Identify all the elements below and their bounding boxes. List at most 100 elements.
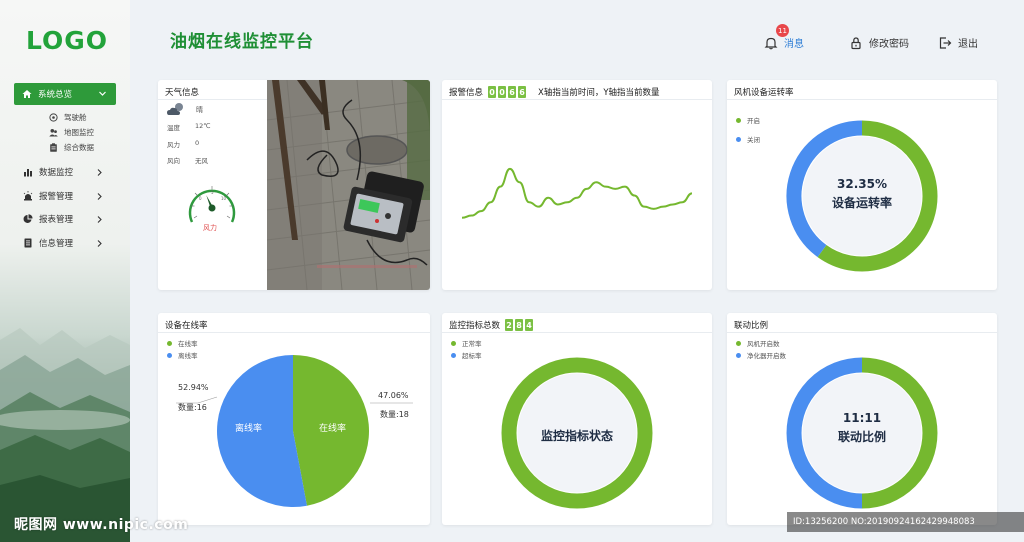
pie-chart-icon — [23, 214, 33, 223]
nav-item-label: 系统总览 — [38, 90, 73, 100]
clipboard-icon — [50, 143, 57, 152]
legend-dot — [736, 136, 741, 142]
weather-value: 0 — [195, 139, 200, 147]
fan-card: 风机设备运转率 开启 关闭 32.35% 设备运转率 — [727, 80, 997, 290]
weather-value: 无风 — [195, 157, 208, 165]
alarm-series-line — [462, 167, 692, 219]
dashboard-icon — [49, 113, 58, 122]
monitor-card-title: 监控指标总数 2 8 4 — [449, 319, 535, 331]
online-count: 数量:18 — [380, 410, 409, 419]
users-icon — [49, 129, 58, 137]
change-password-button[interactable]: 修改密码 — [849, 35, 909, 50]
gauge-tick-label: 10 — [221, 196, 227, 201]
digit: 6 — [518, 86, 527, 98]
alarm-card: 报警信息 0 0 6 6 X轴指当前时间，Y轴指当前数量 — [442, 80, 712, 290]
bell-icon — [764, 37, 778, 49]
subitem-comprehensive-data[interactable]: 综合数据 — [49, 142, 94, 153]
digit: 4 — [525, 319, 534, 331]
divider — [158, 99, 267, 100]
alarm-icon — [23, 191, 33, 201]
digit: 0 — [498, 86, 507, 98]
legend-label: 正常率 — [462, 340, 482, 348]
legend-label: 关闭 — [747, 136, 760, 144]
subitem-label: 综合数据 — [64, 143, 94, 152]
monitor-card: 监控指标总数 2 8 4 正常率 超标率 监控指标状态 — [442, 313, 712, 525]
alarm-description: X轴指当前时间，Y轴指当前数量 — [538, 88, 660, 98]
chevron-down-icon — [99, 91, 106, 96]
legend-label: 风机开启数 — [747, 340, 780, 348]
weather-key: 风向 — [167, 157, 180, 165]
card-title-text: 报警信息 — [449, 88, 484, 98]
logout-button[interactable]: 退出 — [938, 35, 978, 50]
weather-row-wind-direction: 风向 无风 — [167, 155, 208, 165]
divider — [727, 99, 997, 100]
nav-item-label: 信息管理 — [39, 239, 74, 249]
logout-label: 退出 — [958, 39, 978, 50]
change-password-label: 修改密码 — [869, 39, 909, 50]
chevron-right-icon — [97, 192, 102, 200]
legend-dot — [736, 117, 741, 123]
alarm-line-chart — [462, 167, 692, 219]
weather-card-title: 天气信息 — [165, 86, 199, 98]
gauge-tick-label: 0 — [199, 196, 202, 201]
home-icon — [22, 90, 32, 98]
weather-key: 温度 — [167, 124, 180, 132]
weather-row-temperature: 温度 12℃ — [167, 122, 211, 132]
legend-item-fan-on: 风机开启数 — [736, 338, 780, 348]
online-card: 设备在线率 在线率 离线率 在线率 离线率 47.06% 数量:18 52.94… — [158, 313, 430, 525]
page-title: 油烟在线监控平台 — [170, 32, 314, 52]
chevron-right-icon — [97, 168, 102, 176]
document-icon — [24, 238, 32, 248]
watermark-left: 昵图网 www.nipic.com — [14, 517, 189, 533]
legend-dot — [736, 340, 741, 346]
messages-button[interactable]: 消息 — [764, 35, 804, 50]
fan-center-label: 设备运转率 — [831, 196, 892, 210]
card-title-text: 监控指标总数 — [449, 321, 501, 331]
link-ratio: 11:11 — [842, 411, 882, 425]
weather-value: 12℃ — [195, 122, 211, 130]
bar-chart-icon — [24, 169, 32, 177]
link-center-label: 联动比例 — [837, 430, 886, 444]
weather-condition: 晴 — [196, 106, 203, 114]
legend-label: 超标率 — [462, 352, 482, 360]
nav-item-label: 报警管理 — [39, 192, 74, 202]
legend-label: 净化器开启数 — [747, 352, 786, 360]
link-card-title: 联动比例 — [734, 319, 768, 331]
online-percent: 47.06% — [378, 391, 409, 400]
mountain-background — [0, 328, 130, 542]
nav-item-label: 数据监控 — [39, 168, 74, 178]
digit: 6 — [508, 86, 517, 98]
sidebar: LOGO 系统总览 驾驶舱 地图监控 综合数据 数据监控 报警管理 报表管理 信… — [0, 0, 130, 542]
legend-label: 开启 — [747, 117, 760, 125]
weather-row-wind-force: 风力 0 — [167, 139, 199, 149]
alarm-card-title: 报警信息 0 0 6 6 X轴指当前时间，Y轴指当前数量 — [449, 86, 660, 98]
divider — [442, 99, 712, 100]
digit: 8 — [515, 319, 524, 331]
device-photo — [267, 80, 430, 290]
nav-item-info-manage[interactable]: 信息管理 — [23, 237, 103, 249]
weather-key: 风力 — [167, 141, 180, 149]
card-title-text: 联动比例 — [734, 321, 769, 331]
nav-item-data-monitor[interactable]: 数据监控 — [23, 166, 103, 178]
nav-item-system-overview[interactable]: 系统总览 — [14, 83, 116, 105]
messages-label: 消息 — [784, 39, 804, 50]
link-card: 联动比例 风机开启数 净化器开启数 11:11 联动比例 — [727, 313, 997, 525]
subitem-label: 地图监控 — [64, 128, 94, 137]
legend-item-on: 开启 — [736, 115, 760, 125]
legend-dot — [736, 352, 741, 358]
subitem-map-monitor[interactable]: 地图监控 — [49, 127, 94, 138]
nav-item-report-manage[interactable]: 报表管理 — [23, 213, 103, 225]
subitem-label: 驾驶舱 — [64, 113, 87, 122]
fan-card-title: 风机设备运转率 — [734, 86, 794, 98]
watermark-right: ID:13256200 NO:20190924162429948083 — [787, 512, 1024, 532]
legend-item-purifier-on: 净化器开启数 — [736, 350, 786, 360]
offline-count: 数量:16 — [178, 403, 207, 412]
alarm-count-digits: 0 0 6 6 — [488, 86, 528, 98]
chevron-right-icon — [97, 215, 102, 223]
nav-item-alarm-manage[interactable]: 报警管理 — [23, 190, 103, 202]
nav-item-label: 报表管理 — [39, 215, 74, 225]
divider — [442, 332, 712, 333]
subitem-cockpit[interactable]: 驾驶舱 — [49, 112, 87, 123]
logo[interactable]: LOGO — [26, 26, 108, 55]
lock-icon — [851, 36, 861, 49]
